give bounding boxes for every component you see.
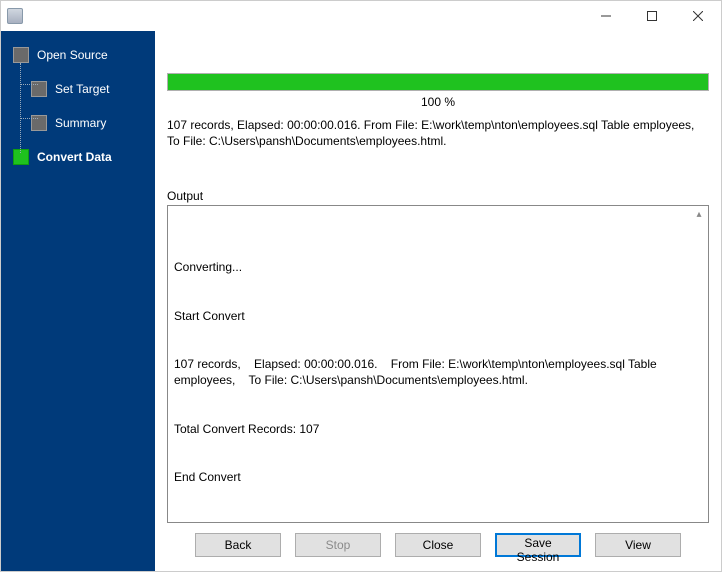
save-session-button[interactable]: Save Session (495, 533, 581, 557)
close-window-button[interactable] (675, 1, 721, 31)
output-line: End Convert (174, 469, 702, 485)
progress-bar (167, 73, 709, 91)
step-icon (13, 47, 29, 63)
output-line: Start Convert (174, 308, 702, 324)
output-line: 107 records, Elapsed: 00:00:00.016. From… (174, 356, 702, 388)
app-icon (7, 8, 23, 24)
output-label: Output (167, 189, 709, 203)
sidebar-item-open-source[interactable]: Open Source (1, 45, 155, 65)
maximize-button[interactable] (629, 1, 675, 31)
scroll-up-icon[interactable]: ▴ (692, 208, 706, 222)
output-line: Total Convert Records: 107 (174, 421, 702, 437)
sidebar-item-label: Set Target (55, 82, 109, 96)
title-bar (1, 1, 721, 31)
sidebar-item-label: Convert Data (37, 150, 112, 164)
output-line: Converting... (174, 259, 702, 275)
progress-section: 100 % (167, 39, 709, 109)
button-row: Back Stop Close Save Session View (167, 523, 709, 563)
back-button[interactable]: Back (195, 533, 281, 557)
app-window: Open Source Set Target Summary Convert D… (0, 0, 722, 572)
close-button[interactable]: Close (395, 533, 481, 557)
step-icon (13, 149, 29, 165)
sidebar-item-label: Open Source (37, 48, 108, 62)
sidebar-item-convert-data[interactable]: Convert Data (1, 147, 155, 167)
window-controls (583, 1, 721, 31)
view-button[interactable]: View (595, 533, 681, 557)
status-text: 107 records, Elapsed: 00:00:00.016. From… (167, 117, 709, 149)
sidebar-item-label: Summary (55, 116, 106, 130)
minimize-button[interactable] (583, 1, 629, 31)
stop-button[interactable]: Stop (295, 533, 381, 557)
wizard-sidebar: Open Source Set Target Summary Convert D… (1, 31, 155, 571)
output-log[interactable]: ▴ Converting... Start Convert 107 record… (167, 205, 709, 523)
progress-percent-label: 100 % (167, 95, 709, 109)
main-panel: 100 % 107 records, Elapsed: 00:00:00.016… (155, 31, 721, 571)
